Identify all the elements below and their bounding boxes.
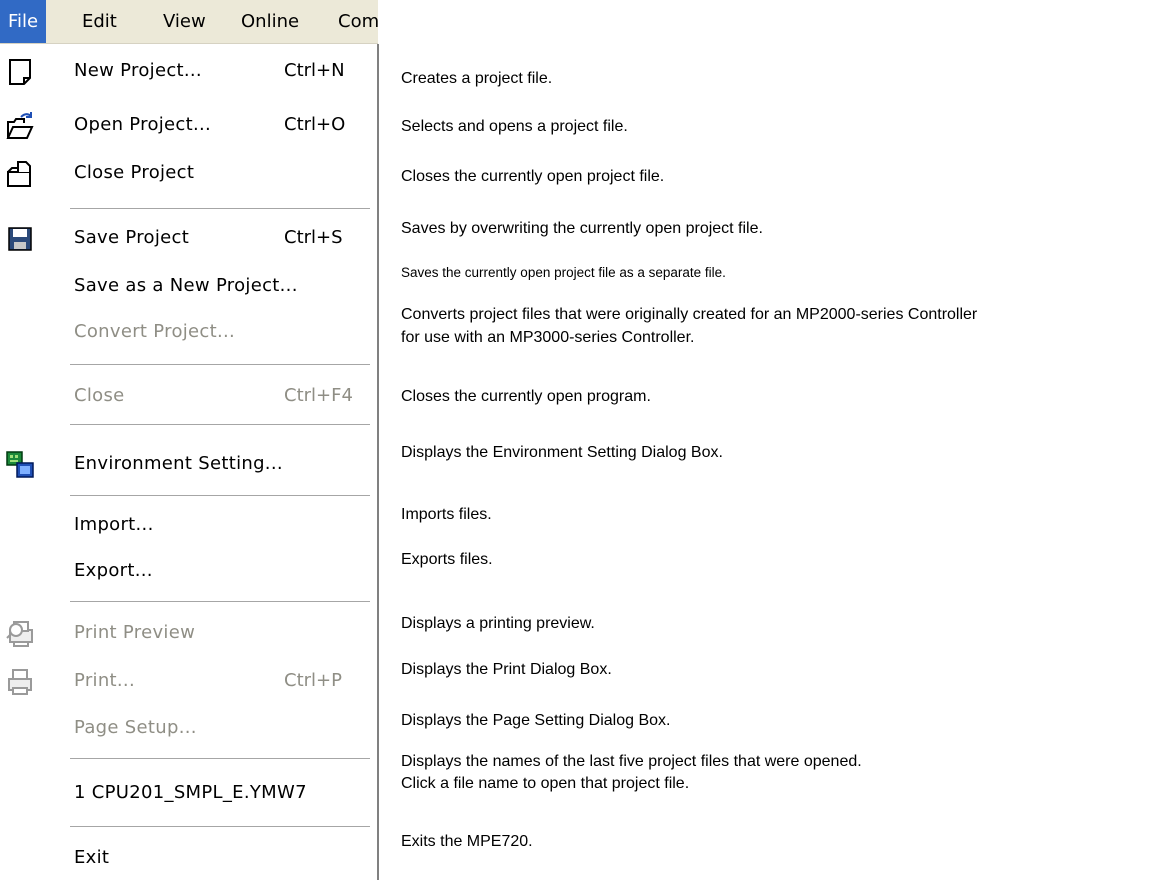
description-convert-project-line2: for use with an MP3000-series Controller…	[401, 329, 695, 346]
description-print-preview: Displays a printing preview.	[401, 615, 595, 632]
menu-item-label: Export...	[74, 560, 153, 581]
menu-item-environment-setting[interactable]: Environment Setting...	[0, 445, 377, 485]
new-document-icon	[4, 56, 36, 88]
print-preview-icon	[4, 618, 36, 650]
menu-item-shortcut: Ctrl+O	[284, 114, 346, 135]
menu-separator	[70, 424, 370, 426]
description-recent-files-line1: Displays the names of the last five proj…	[401, 753, 862, 770]
close-folder-icon	[4, 158, 36, 190]
menu-online[interactable]: Online	[231, 0, 309, 43]
description-import: Imports files.	[401, 506, 492, 523]
description-save-project: Saves by overwriting the currently open …	[401, 220, 763, 237]
environment-setting-icon	[4, 449, 36, 481]
description-exit: Exits the MPE720.	[401, 833, 533, 850]
menu-item-open-project[interactable]: Open Project... Ctrl+O	[0, 106, 377, 146]
menu-item-close[interactable]: Close Ctrl+F4	[0, 377, 377, 417]
menu-edit[interactable]: Edit	[72, 0, 127, 43]
menu-file[interactable]: File	[0, 0, 46, 43]
menu-item-label: Page Setup...	[74, 717, 197, 738]
printer-icon	[4, 666, 36, 698]
menu-item-shortcut: Ctrl+P	[284, 670, 342, 691]
menu-item-recent-file[interactable]: 1 CPU201_SMPL_E.YMW7	[0, 774, 377, 814]
description-save-as-new-project: Saves the currently open project file as…	[401, 265, 726, 280]
menu-item-shortcut: Ctrl+S	[284, 227, 343, 248]
open-folder-icon	[4, 110, 36, 142]
menu-item-label: Import...	[74, 514, 154, 535]
menu-item-label: Convert Project...	[74, 321, 236, 342]
menu-item-label: Print...	[74, 670, 135, 691]
menu-separator	[70, 826, 370, 828]
menu-item-close-project[interactable]: Close Project	[0, 154, 377, 194]
description-close: Closes the currently open program.	[401, 388, 651, 405]
menu-item-exit[interactable]: Exit	[0, 839, 377, 879]
menu-item-print-preview[interactable]: Print Preview	[0, 614, 377, 654]
menu-item-shortcut: Ctrl+N	[284, 60, 345, 81]
description-export: Exports files.	[401, 551, 493, 568]
menu-separator	[70, 208, 370, 210]
description-new-project: Creates a project file.	[401, 70, 553, 87]
description-print: Displays the Print Dialog Box.	[401, 661, 612, 678]
description-open-project: Selects and opens a project file.	[401, 118, 628, 135]
menu-item-save-as-new-project[interactable]: Save as a New Project...	[0, 267, 377, 307]
description-page-setup: Displays the Page Setting Dialog Box.	[401, 712, 671, 729]
menu-item-print[interactable]: Print... Ctrl+P	[0, 662, 377, 702]
menu-separator	[70, 601, 370, 603]
menu-item-label: Close	[74, 385, 125, 406]
description-recent-files-line2: Click a file name to open that project f…	[401, 775, 690, 792]
description-close-project: Closes the currently open project file.	[401, 168, 665, 185]
file-menu-dropdown: New Project... Ctrl+N Open Project... Ct…	[0, 44, 379, 880]
menu-item-label: Exit	[74, 847, 110, 868]
menu-item-label: Environment Setting...	[74, 453, 283, 474]
menu-item-save-project[interactable]: Save Project Ctrl+S	[0, 219, 377, 259]
menu-item-import[interactable]: Import...	[0, 506, 377, 546]
menu-item-shortcut: Ctrl+F4	[284, 385, 353, 406]
save-disk-icon	[4, 223, 36, 255]
menu-item-page-setup[interactable]: Page Setup...	[0, 709, 377, 749]
menu-item-label: Print Preview	[74, 622, 196, 643]
menu-item-new-project[interactable]: New Project... Ctrl+N	[0, 52, 377, 92]
description-convert-project-line1: Converts project files that were origina…	[401, 306, 978, 323]
menu-separator	[70, 495, 370, 497]
menu-item-export[interactable]: Export...	[0, 552, 377, 592]
menu-item-label: 1 CPU201_SMPL_E.YMW7	[74, 782, 307, 803]
menu-item-label: Save as a New Project...	[74, 275, 298, 296]
menu-separator	[70, 364, 370, 366]
menu-bar: File Edit View Online Com	[0, 0, 379, 44]
menu-item-label: Open Project...	[74, 114, 212, 135]
menu-view[interactable]: View	[153, 0, 216, 43]
menu-item-label: New Project...	[74, 60, 202, 81]
menu-separator	[70, 758, 370, 760]
menu-item-convert-project[interactable]: Convert Project...	[0, 313, 377, 353]
menu-item-label: Save Project	[74, 227, 190, 248]
menu-item-label: Close Project	[74, 162, 195, 183]
menu-com[interactable]: Com	[334, 0, 392, 43]
description-environment-setting: Displays the Environment Setting Dialog …	[401, 444, 723, 461]
